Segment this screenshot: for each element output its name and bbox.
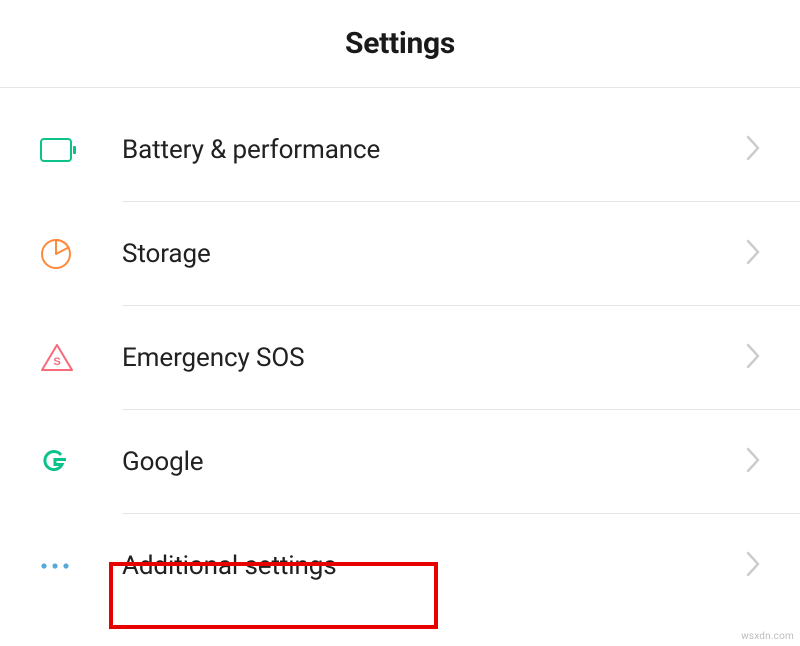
more-icon [40,562,122,570]
chevron-right-icon [746,343,760,373]
google-icon [40,447,122,477]
svg-text:S: S [53,356,60,368]
header: Settings [0,0,800,88]
chevron-right-icon [746,447,760,477]
chevron-right-icon [746,551,760,581]
settings-row-storage[interactable]: Storage [0,202,800,306]
settings-row-label: Battery & performance [122,135,746,165]
settings-row-label: Emergency SOS [122,343,746,373]
settings-row-label: Additional settings [122,551,746,581]
settings-list: Battery & performance Storage S Emergenc… [0,88,800,618]
chevron-right-icon [746,135,760,165]
storage-icon [40,238,122,270]
settings-row-emergency[interactable]: S Emergency SOS [0,306,800,410]
settings-row-label: Google [122,447,746,477]
battery-icon [40,138,122,162]
settings-row-battery[interactable]: Battery & performance [0,98,800,202]
emergency-icon: S [40,343,122,373]
chevron-right-icon [746,239,760,269]
watermark: wsxdn.com [741,631,794,642]
page-title: Settings [345,26,455,61]
settings-row-additional[interactable]: Additional settings [0,514,800,618]
settings-row-label: Storage [122,239,746,269]
settings-row-google[interactable]: Google [0,410,800,514]
